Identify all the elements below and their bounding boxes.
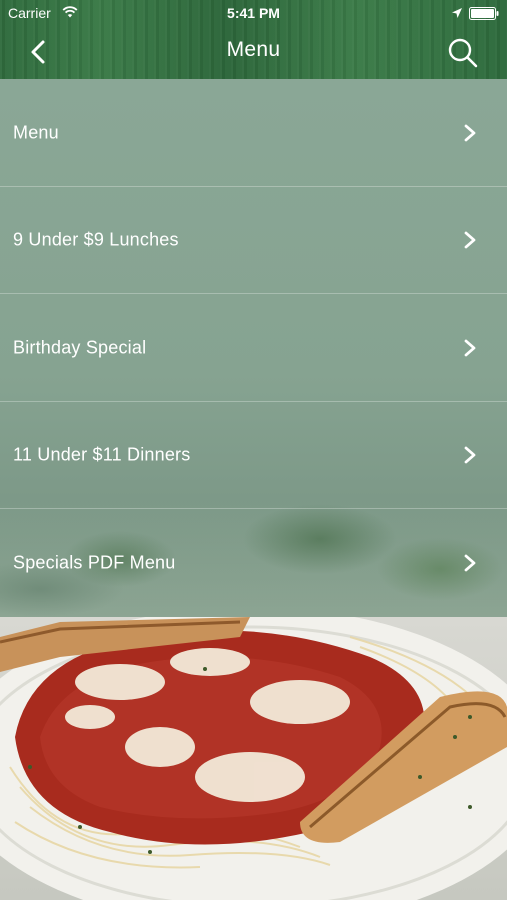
list-item-label: Specials PDF Menu bbox=[13, 552, 176, 572]
food-photo bbox=[0, 617, 507, 900]
list-item-label: 9 Under $9 Lunches bbox=[13, 229, 179, 249]
location-arrow-icon bbox=[452, 8, 462, 18]
page-title: Menu bbox=[226, 38, 281, 61]
nav-header: Carrier 5:41 PM Menu bbox=[0, 0, 507, 79]
list-item-label: Menu bbox=[13, 122, 59, 142]
list-item-label: 11 Under $11 Dinners bbox=[13, 444, 191, 464]
status-time: 5:41 PM bbox=[227, 5, 280, 21]
battery-icon bbox=[469, 7, 499, 20]
search-button[interactable] bbox=[446, 36, 480, 70]
list-item-lunches[interactable]: 9 Under $9 Lunches bbox=[0, 186, 507, 294]
chevron-right-icon bbox=[464, 446, 476, 463]
menu-list: Menu 9 Under $9 Lunches Birthday Special… bbox=[0, 79, 507, 617]
chevron-right-icon bbox=[464, 231, 476, 248]
list-item-menu[interactable]: Menu bbox=[0, 79, 507, 187]
list-item-specials-pdf[interactable]: Specials PDF Menu bbox=[0, 509, 507, 616]
spaghetti-image bbox=[0, 617, 507, 900]
list-item-birthday-special[interactable]: Birthday Special bbox=[0, 294, 507, 402]
search-icon bbox=[448, 38, 478, 68]
list-item-label: Birthday Special bbox=[13, 337, 147, 357]
chevron-right-icon bbox=[464, 554, 476, 571]
chevron-right-icon bbox=[464, 124, 476, 141]
list-item-dinners[interactable]: 11 Under $11 Dinners bbox=[0, 401, 507, 509]
status-bar: Carrier 5:41 PM bbox=[0, 0, 507, 28]
chevron-right-icon bbox=[464, 339, 476, 356]
